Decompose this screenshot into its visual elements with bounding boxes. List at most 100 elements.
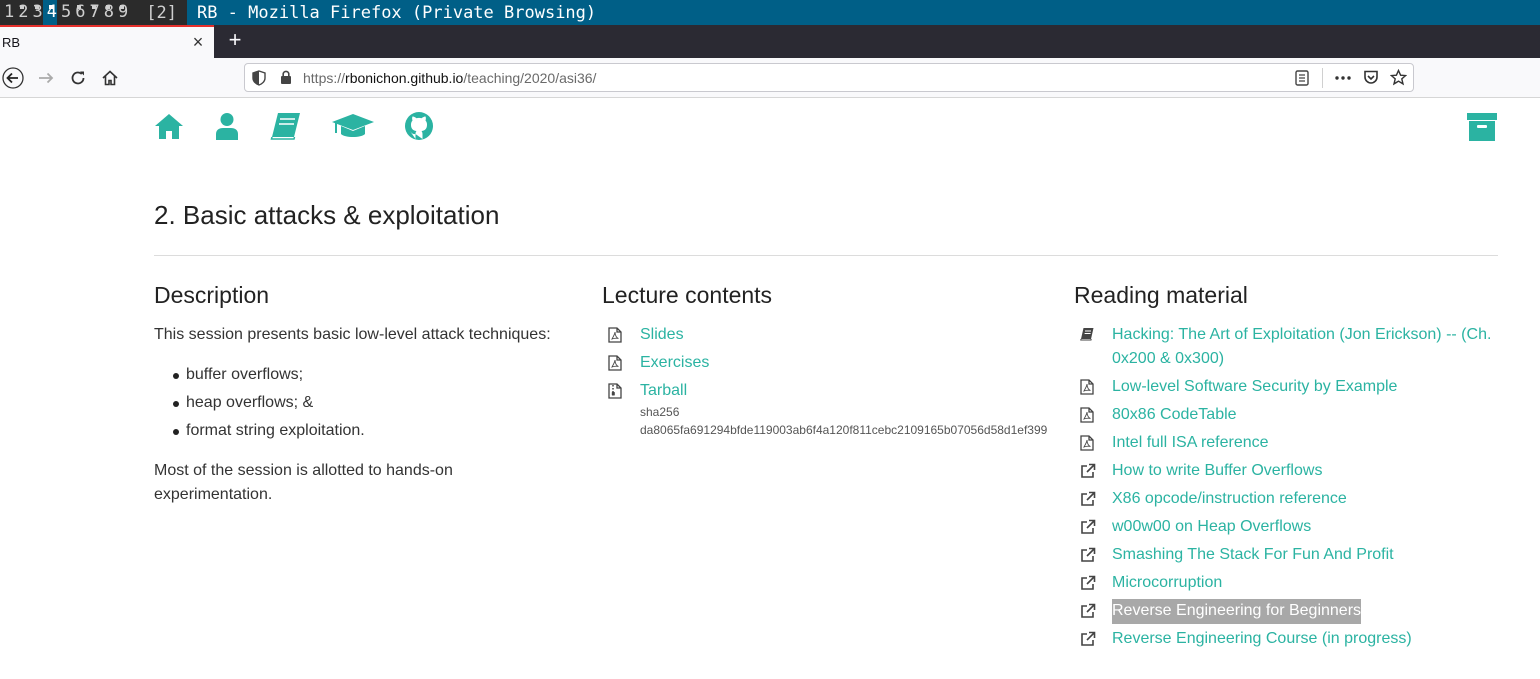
- reading-item: How to write Buffer Overflows: [1080, 459, 1500, 484]
- tab-title: RB: [2, 35, 21, 50]
- external-link-icon: [1080, 627, 1112, 652]
- workspace-5[interactable]: 5: [57, 0, 71, 25]
- lecture-item-tarball: Tarball sha256 da8065fa691294bfde119003a…: [608, 379, 1047, 439]
- reader-view-icon[interactable]: [1295, 70, 1309, 86]
- reading-item: Intel full ISA reference: [1080, 431, 1500, 456]
- pdf-file-icon: [1080, 403, 1112, 428]
- pdf-file-icon: [608, 323, 640, 348]
- pocket-icon[interactable]: [1363, 70, 1379, 85]
- description-heading: Description: [154, 282, 270, 308]
- tarball-link[interactable]: Tarball: [640, 382, 687, 399]
- lock-icon[interactable]: [280, 70, 292, 85]
- pdf-file-icon: [608, 351, 640, 376]
- lecture-contents-heading: Lecture contents: [602, 282, 773, 308]
- home-nav-link[interactable]: [154, 111, 184, 141]
- workspace-6[interactable]: 6: [71, 0, 85, 25]
- reload-button[interactable]: [66, 66, 90, 90]
- section-divider: [154, 255, 1498, 256]
- archive-box-icon: [1467, 113, 1497, 141]
- tab-close-button[interactable]: ×: [189, 32, 207, 52]
- reading-link[interactable]: Intel full ISA reference: [1112, 431, 1269, 456]
- github-nav-link[interactable]: [404, 111, 434, 141]
- page-title: 2. Basic attacks & exploitation: [154, 200, 500, 230]
- reading-item: Hacking: The Art of Exploitation (Jon Er…: [1080, 323, 1500, 371]
- forward-arrow-icon: [39, 72, 54, 84]
- description-outro: Most of the session is allotted to hands…: [154, 462, 453, 503]
- workspace-3[interactable]: 3: [29, 0, 43, 25]
- publications-nav-link[interactable]: [270, 111, 302, 141]
- external-link-icon: [1080, 599, 1112, 624]
- reading-link[interactable]: w00w00 on Heap Overflows: [1112, 515, 1311, 540]
- reading-link[interactable]: Low-level Software Security by Example: [1112, 375, 1397, 400]
- hash-label: sha256: [640, 405, 680, 419]
- home-button[interactable]: [98, 66, 122, 90]
- page-content: 2. Basic attacks & exploitation Descript…: [0, 99, 1540, 679]
- reading-item: Reverse Engineering Course (in progress): [1080, 627, 1500, 652]
- url-bar[interactable]: https://rbonichon.github.io/teaching/202…: [244, 63, 1414, 92]
- graduation-cap-icon: [332, 114, 374, 137]
- book-icon: [1080, 323, 1112, 371]
- github-icon: [405, 112, 433, 140]
- navigation-toolbar: https://rbonichon.github.io/teaching/202…: [0, 58, 1540, 98]
- reading-link[interactable]: Microcorruption: [1112, 571, 1222, 596]
- bookmark-star-icon[interactable]: [1390, 69, 1407, 86]
- list-item: buffer overflows;: [170, 363, 365, 391]
- back-button[interactable]: [1, 66, 25, 90]
- workspace-1[interactable]: 1: [0, 0, 14, 25]
- user-icon: [216, 113, 238, 140]
- url-text[interactable]: https://rbonichon.github.io/teaching/202…: [303, 70, 596, 86]
- reading-item: X86 opcode/instruction reference: [1080, 487, 1500, 512]
- window-title: RB - Mozilla Firefox (Private Browsing): [196, 2, 597, 23]
- tab-strip: RB × +: [0, 25, 1540, 58]
- exercises-link[interactable]: Exercises: [640, 351, 709, 376]
- page-actions-icon[interactable]: [1335, 76, 1351, 80]
- reading-item: Low-level Software Security by Example: [1080, 375, 1500, 400]
- external-link-icon: [1080, 515, 1112, 540]
- workspace-8[interactable]: 8: [100, 0, 114, 25]
- pdf-file-icon: [1080, 375, 1112, 400]
- reading-link[interactable]: Smashing The Stack For Fun And Profit: [1112, 543, 1394, 568]
- book-icon: [270, 113, 300, 140]
- list-item: format string exploitation.: [170, 419, 365, 447]
- workspace-9[interactable]: 9: [114, 0, 128, 25]
- forward-button[interactable]: [34, 66, 58, 90]
- home-icon: [155, 114, 183, 139]
- archive-button[interactable]: [1467, 112, 1497, 142]
- external-link-icon: [1080, 571, 1112, 596]
- browser-tab[interactable]: RB ×: [0, 25, 214, 58]
- reading-link[interactable]: How to write Buffer Overflows: [1112, 459, 1322, 484]
- external-link-icon: [1080, 543, 1112, 568]
- workspace-switcher: 1 2 3 4 5 6 7 8 9 [2]: [0, 0, 187, 25]
- reading-item: 80x86 CodeTable: [1080, 403, 1500, 428]
- reading-link[interactable]: X86 opcode/instruction reference: [1112, 487, 1347, 512]
- reading-link[interactable]: 80x86 CodeTable: [1112, 403, 1237, 428]
- list-item: heap overflows; &: [170, 391, 365, 419]
- lecture-item-exercises: Exercises: [608, 351, 709, 376]
- reading-link[interactable]: Hacking: The Art of Exploitation (Jon Er…: [1112, 323, 1492, 371]
- hash-value: da8065fa691294bfde119003ab6f4a120f811ceb…: [640, 423, 1048, 437]
- window-count: [2]: [146, 2, 177, 23]
- reading-item: Microcorruption: [1080, 571, 1500, 596]
- reload-icon: [71, 71, 85, 85]
- workspace-4[interactable]: 4: [42, 0, 57, 25]
- slides-link[interactable]: Slides: [640, 323, 684, 348]
- reading-item: Reverse Engineering for Beginners: [1080, 599, 1500, 624]
- archive-file-icon: [608, 379, 640, 439]
- reading-material-heading: Reading material: [1074, 282, 1248, 308]
- lecture-item-slides: Slides: [608, 323, 684, 348]
- new-tab-button[interactable]: +: [224, 29, 246, 51]
- workspace-2[interactable]: 2: [14, 0, 28, 25]
- reading-link[interactable]: Reverse Engineering for Beginners: [1112, 599, 1362, 624]
- about-nav-link[interactable]: [215, 111, 239, 141]
- pdf-file-icon: [1080, 431, 1112, 456]
- external-link-icon: [1080, 487, 1112, 512]
- back-arrow-icon: [2, 67, 24, 89]
- workspace-7[interactable]: 7: [86, 0, 100, 25]
- shield-icon[interactable]: [252, 70, 266, 86]
- url-bar-divider: [1322, 68, 1323, 88]
- reading-item: w00w00 on Heap Overflows: [1080, 515, 1500, 540]
- teaching-nav-link[interactable]: [331, 111, 375, 141]
- reading-link[interactable]: Reverse Engineering Course (in progress): [1112, 627, 1412, 652]
- external-link-icon: [1080, 459, 1112, 484]
- description-intro: This session presents basic low-level at…: [154, 326, 551, 343]
